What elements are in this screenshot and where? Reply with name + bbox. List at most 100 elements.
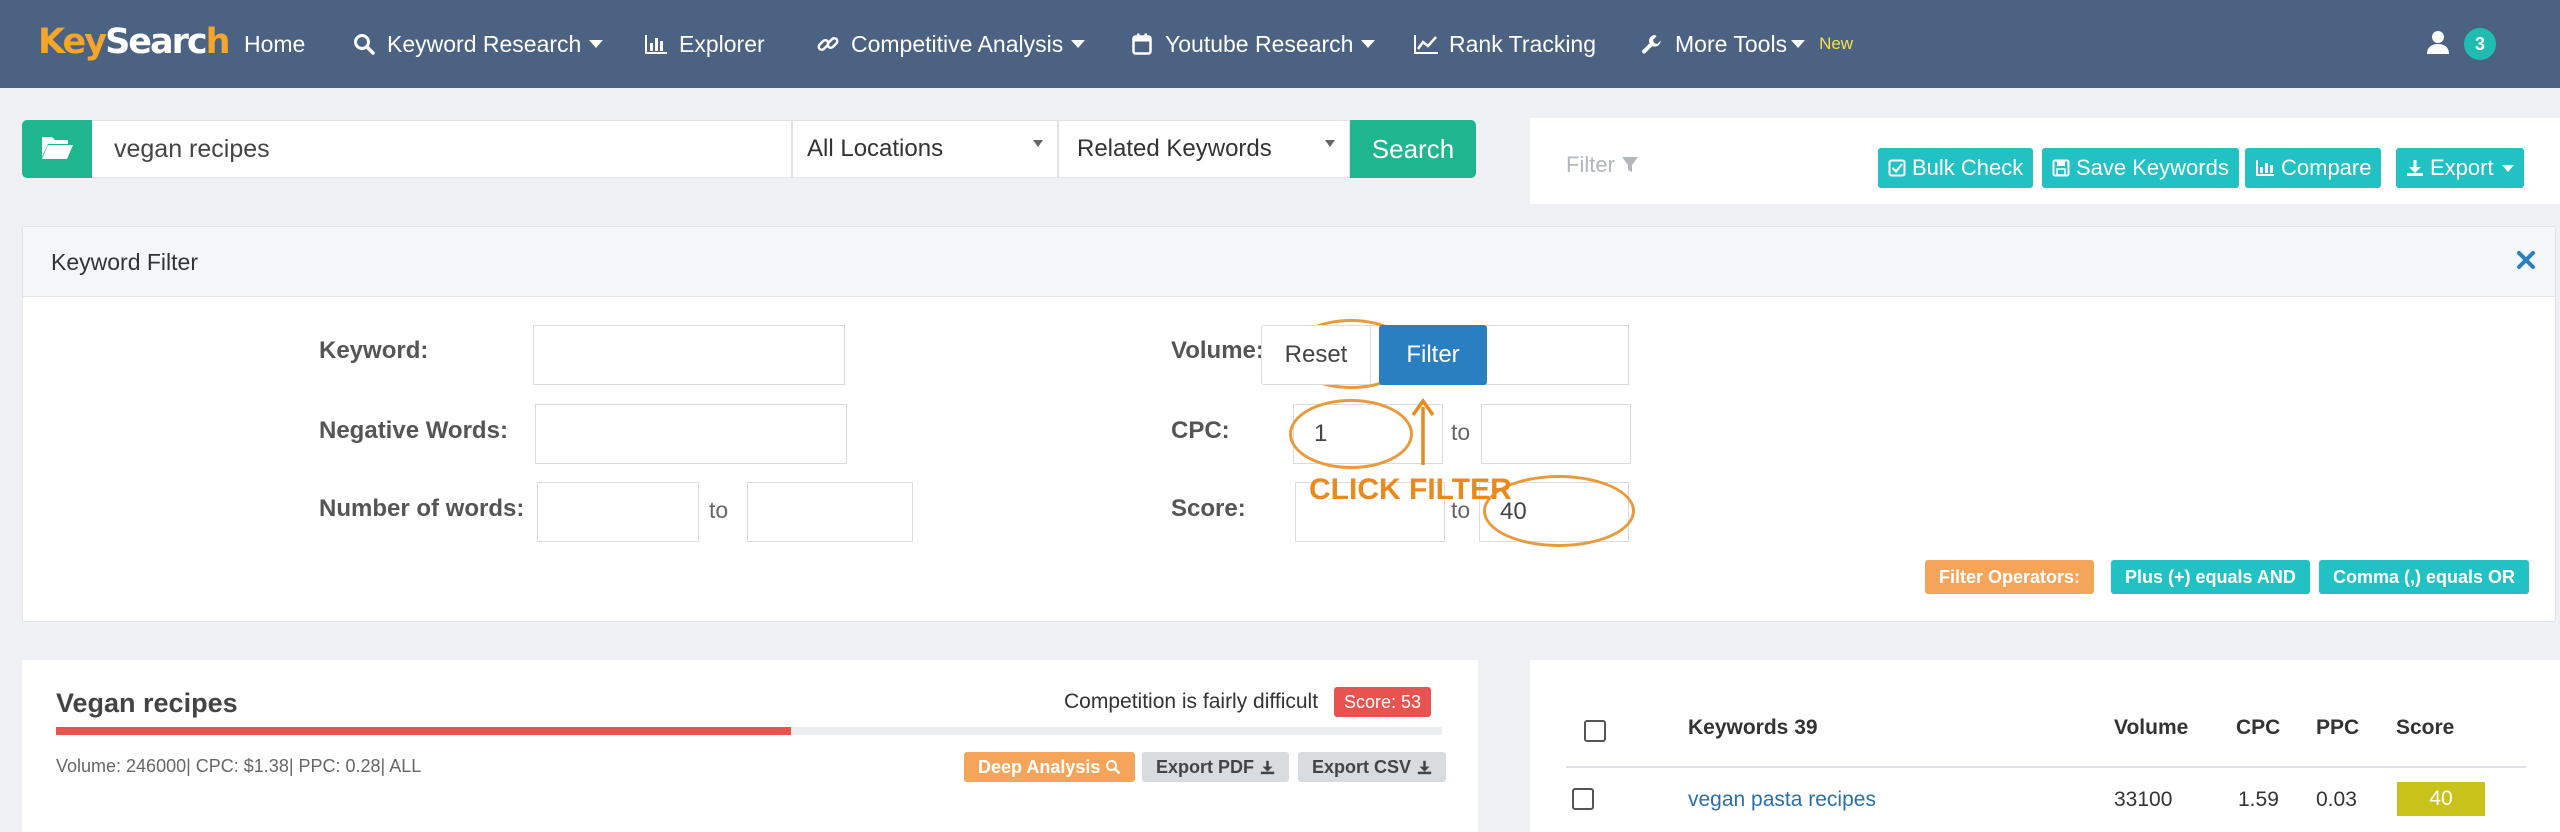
filter-button[interactable]: Filter	[1379, 325, 1487, 385]
score-badge: Score: 53	[1334, 687, 1432, 717]
deep-analysis-button[interactable]: Deep Analysis	[964, 752, 1136, 782]
number-of-words-label: Number of words:	[319, 495, 525, 522]
nav-home[interactable]: Home	[244, 27, 305, 61]
nav-more-tools[interactable]: More Tools New	[1638, 27, 1853, 61]
download-icon	[1260, 760, 1275, 775]
export-pdf-label: Export PDF	[1156, 756, 1255, 777]
export-csv-button[interactable]: Export CSV	[1298, 752, 1447, 782]
cpc-cell: 1.59	[2238, 788, 2279, 811]
nav-more-tools-label: More Tools	[1675, 30, 1788, 57]
user-icon[interactable]	[2426, 29, 2454, 59]
cpc-column-header[interactable]: CPC	[2236, 716, 2280, 740]
download-icon	[1417, 760, 1432, 775]
reset-button[interactable]: Reset	[1261, 325, 1371, 385]
volume-label: Volume:	[1171, 337, 1264, 364]
cpc-to-field[interactable]	[1481, 404, 1631, 464]
nav-youtube-research[interactable]: Youtube Research	[1128, 27, 1376, 61]
click-filter-annotation: CLICK FILTER	[1309, 473, 1512, 506]
export-pdf-button[interactable]: Export PDF	[1142, 752, 1290, 782]
seed-keyword-title: Vegan recipes	[56, 688, 238, 718]
compare-label: Compare	[2281, 155, 2372, 180]
top-navbar: KeySearch Home Keyword Research Explorer…	[0, 0, 2560, 88]
plus-operator-badge: Plus (+) equals AND	[2111, 560, 2310, 594]
export-csv-label: Export CSV	[1312, 756, 1412, 777]
difficulty-bar-fill	[56, 727, 791, 735]
keyword-link[interactable]: vegan pasta recipes	[1688, 788, 1876, 812]
search-mode-select-value: Related Keywords	[1077, 135, 1272, 162]
negative-words-field[interactable]	[535, 404, 847, 464]
wrench-icon	[1638, 31, 1666, 57]
volume-cell: 33100	[2114, 788, 2173, 811]
nav-home-label: Home	[244, 30, 306, 57]
close-icon[interactable]	[2511, 245, 2541, 275]
line-chart-icon	[1412, 31, 1440, 57]
nav-explorer[interactable]: Explorer	[642, 27, 765, 61]
nav-keyword-research[interactable]: Keyword Research	[350, 27, 604, 61]
compare-button[interactable]: Compare	[2245, 148, 2382, 188]
search-mode-select[interactable]: Related Keywords	[1058, 120, 1350, 178]
new-badge: New	[1819, 34, 1854, 53]
score-label: Score:	[1171, 495, 1246, 522]
score-column-header[interactable]: Score	[2396, 716, 2454, 740]
calendar-icon	[1128, 31, 1156, 57]
keywords-column-header[interactable]: Keywords 39	[1688, 716, 1818, 740]
ppc-column-header[interactable]: PPC	[2316, 716, 2359, 740]
chevron-down-icon	[589, 40, 604, 48]
keysearch-logo[interactable]: KeySearch	[38, 22, 231, 66]
competition-text: Competition is fairly difficult	[1064, 690, 1319, 713]
keyword-field[interactable]	[533, 325, 845, 385]
location-select[interactable]: All Locations	[792, 120, 1058, 178]
to-label: to	[1451, 419, 1471, 445]
volume-to-field[interactable]	[1479, 325, 1629, 385]
save-keywords-button[interactable]: Save Keywords	[2042, 148, 2239, 188]
nav-competitive-analysis-label: Competitive Analysis	[851, 30, 1064, 57]
row-checkbox[interactable]	[1572, 788, 1594, 810]
ppc-cell: 0.03	[2316, 788, 2357, 811]
save-keywords-label: Save Keywords	[2076, 155, 2229, 180]
keyword-filter-title: Keyword Filter	[51, 249, 198, 275]
negative-words-label: Negative Words:	[319, 417, 508, 444]
notification-count-badge[interactable]: 3	[2464, 28, 2496, 60]
download-icon	[2406, 159, 2424, 177]
bar-chart-icon	[642, 31, 670, 57]
export-button[interactable]: Export	[2396, 148, 2524, 188]
cpc-label: CPC:	[1171, 417, 1230, 444]
volume-column-header[interactable]: Volume	[2114, 716, 2188, 740]
words-from-field[interactable]	[537, 482, 699, 542]
difficulty-bar	[56, 727, 1442, 735]
folder-open-icon	[40, 133, 74, 166]
bar-chart-icon	[2255, 159, 2275, 177]
nav-explorer-label: Explorer	[679, 30, 765, 57]
keyword-filter-panel: Keyword Filter Keyword: Negative Words: …	[22, 226, 2556, 622]
location-select-value: All Locations	[807, 135, 944, 162]
search-icon	[350, 31, 378, 57]
chevron-down-icon	[1791, 40, 1806, 48]
nav-rank-tracking[interactable]: Rank Tracking	[1412, 27, 1596, 61]
chevron-down-icon	[1033, 140, 1043, 147]
check-square-icon	[1888, 159, 1906, 177]
results-toolbar: Filter Bulk Check Save Keywords Compare …	[1530, 118, 2560, 204]
nav-youtube-research-label: Youtube Research	[1165, 30, 1354, 57]
comma-operator-badge: Comma (,) equals OR	[2319, 560, 2530, 594]
nav-competitive-analysis[interactable]: Competitive Analysis	[814, 27, 1086, 61]
bulk-check-button[interactable]: Bulk Check	[1878, 148, 2034, 188]
save-icon	[2052, 159, 2070, 177]
to-label: to	[709, 497, 729, 523]
keywords-results-table: Keywords 39 Volume CPC PPC Score vegan p…	[1530, 660, 2560, 832]
funnel-icon	[1621, 156, 1639, 174]
export-label: Export	[2430, 155, 2494, 180]
chevron-down-icon	[1071, 40, 1086, 48]
keyword-filter-header: Keyword Filter	[23, 227, 2555, 297]
nav-rank-tracking-label: Rank Tracking	[1449, 30, 1597, 57]
search-icon	[1105, 759, 1121, 775]
saved-lists-button[interactable]	[22, 120, 92, 178]
words-to-field[interactable]	[747, 482, 913, 542]
search-button[interactable]: Search	[1350, 120, 1476, 178]
bulk-check-label: Bulk Check	[1912, 155, 2024, 180]
select-all-checkbox[interactable]	[1584, 720, 1606, 742]
filter-operators-badge: Filter Operators:	[1925, 560, 2095, 594]
link-icon	[814, 31, 842, 57]
keyword-search-input[interactable]	[92, 120, 792, 178]
filter-toggle[interactable]: Filter	[1566, 152, 1639, 178]
seed-keyword-panel: Vegan recipes Competition is fairly diff…	[22, 660, 1478, 832]
